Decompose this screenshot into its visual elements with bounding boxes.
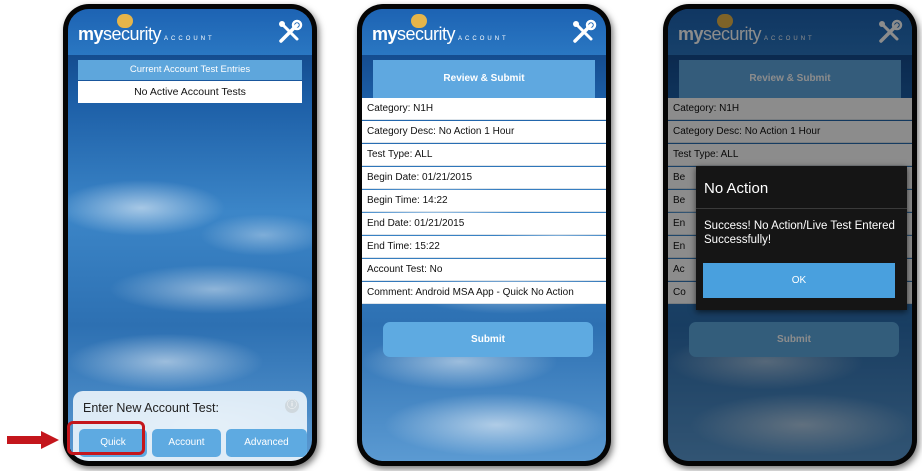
ok-button[interactable]: OK <box>703 263 895 298</box>
logo-my: my <box>78 24 104 44</box>
tools-icon[interactable] <box>571 19 597 45</box>
field-category-desc: Category Desc: No Action 1 Hour <box>362 121 606 143</box>
phone-screen-2: mysecurity ACCOUNT Review & Submit Catego… <box>362 9 606 461</box>
success-dialog: No Action Success! No Action/Live Test E… <box>696 166 907 310</box>
phone-frame-1: mysecurity ACCOUNT Current Account Test E… <box>63 4 317 466</box>
entry-title: Enter New Account Test: <box>83 401 219 415</box>
info-icon[interactable]: ⓘ <box>285 399 299 413</box>
logo-sub: ACCOUNT <box>164 36 215 42</box>
no-active-tests-row: No Active Account Tests <box>78 81 302 103</box>
phone-screen-1: mysecurity ACCOUNT Current Account Test E… <box>68 9 312 461</box>
red-arrow-icon <box>7 431 59 449</box>
dialog-divider <box>696 208 907 209</box>
field-category: Category: N1H <box>362 98 606 120</box>
field-begin-date: Begin Date: 01/21/2015 <box>362 167 606 189</box>
dialog-title: No Action <box>704 180 769 197</box>
app-header: mysecurity ACCOUNT <box>68 9 312 55</box>
app-logo: mysecurity ACCOUNT <box>78 24 215 45</box>
logo-security: security <box>103 24 162 44</box>
account-button[interactable]: Account <box>152 429 221 457</box>
submit-button[interactable]: Submit <box>383 322 593 357</box>
dialog-message: Success! No Action/Live Test Entered Suc… <box>704 220 895 246</box>
field-account-test: Account Test: No <box>362 259 606 281</box>
field-comment: Comment: Android MSA App - Quick No Acti… <box>362 282 606 304</box>
phone-screen-3: mysecurity ACCOUNT Review & Submit Catego… <box>668 9 912 461</box>
app-logo: mysecurity ACCOUNT <box>372 24 509 45</box>
field-end-date: End Date: 01/21/2015 <box>362 213 606 235</box>
logo-security: security <box>397 24 456 44</box>
app-header: mysecurity ACCOUNT <box>362 9 606 55</box>
advanced-button[interactable]: Advanced <box>226 429 307 457</box>
phone-frame-3: mysecurity ACCOUNT Review & Submit Catego… <box>663 4 917 466</box>
logo-sub: ACCOUNT <box>458 36 509 42</box>
quick-button-highlight <box>67 421 145 455</box>
field-end-time: End Time: 15:22 <box>362 236 606 258</box>
field-test-type: Test Type: ALL <box>362 144 606 166</box>
current-tests-header: Current Account Test Entries <box>78 60 302 80</box>
tools-icon[interactable] <box>277 19 303 45</box>
field-begin-time: Begin Time: 14:22 <box>362 190 606 212</box>
review-submit-header: Review & Submit <box>373 60 595 98</box>
logo-my: my <box>372 24 398 44</box>
phone-frame-2: mysecurity ACCOUNT Review & Submit Catego… <box>357 4 611 466</box>
